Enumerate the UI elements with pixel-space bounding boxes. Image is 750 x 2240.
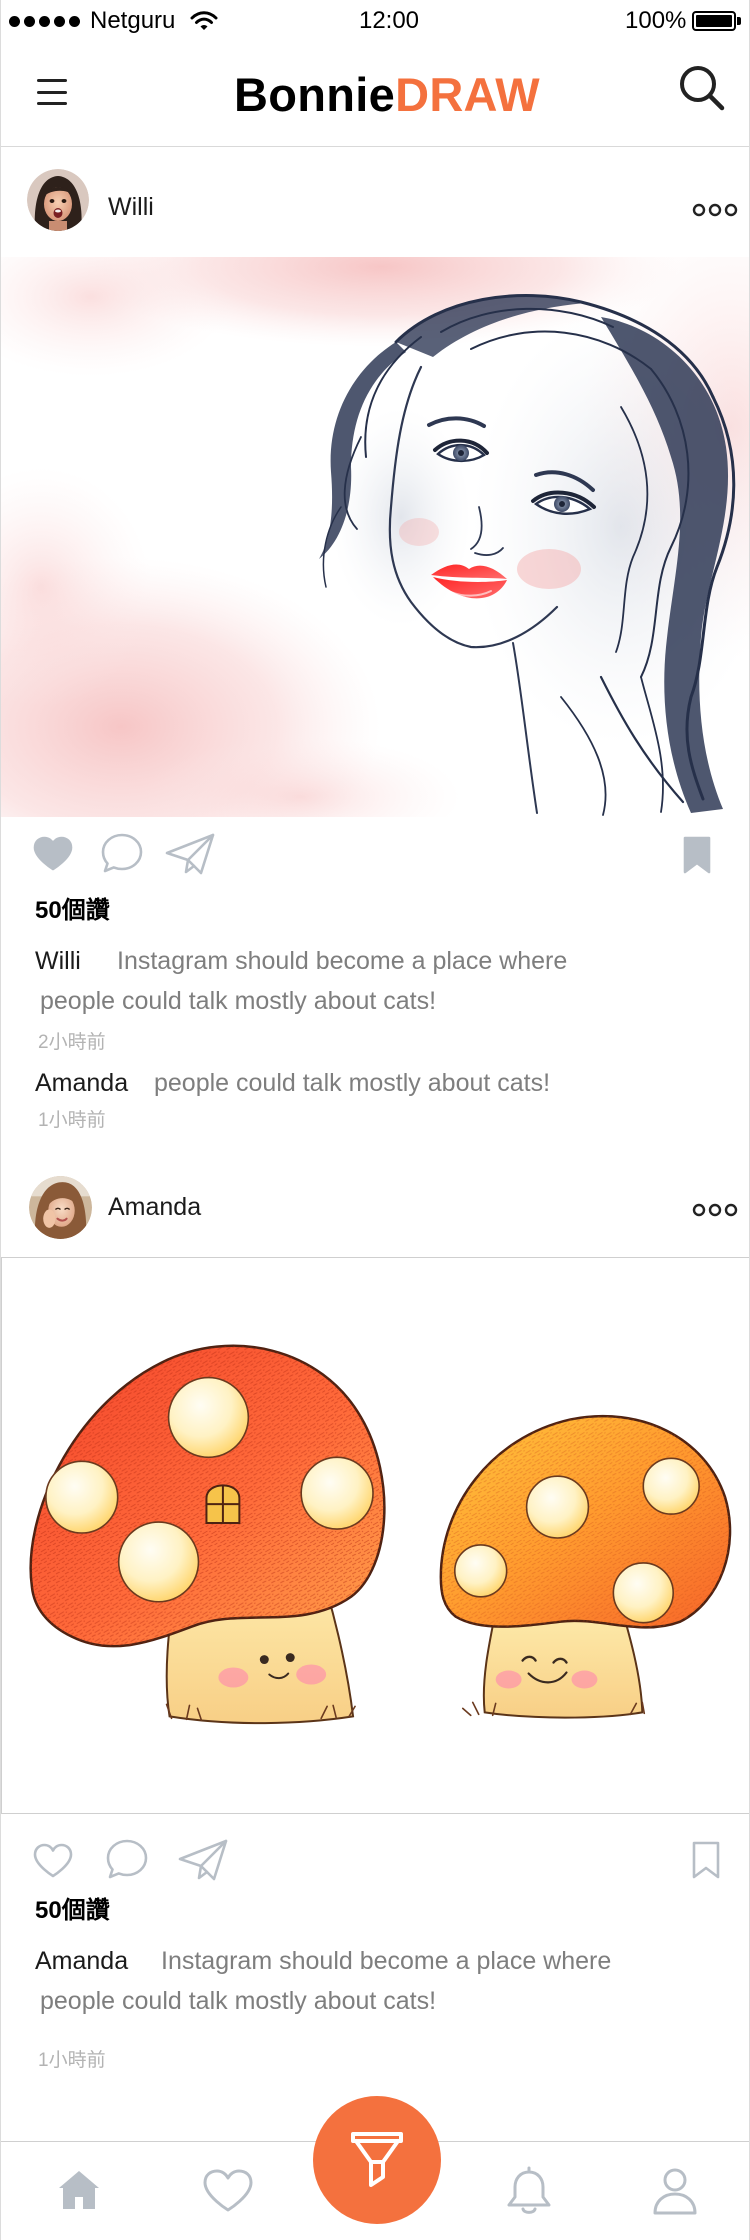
- bookmark-icon[interactable]: [682, 835, 712, 875]
- comment-username[interactable]: Amanda: [35, 1068, 128, 1098]
- draw-button[interactable]: [313, 2096, 441, 2224]
- battery-percent: 100%: [625, 7, 687, 34]
- comment-text-line: people could talk mostly about cats!: [154, 1069, 551, 1097]
- more-dots-icon[interactable]: [690, 202, 740, 218]
- user-avatar[interactable]: [27, 169, 89, 231]
- logo-part-bonnie: Bonnie: [234, 68, 396, 121]
- comment-bubble-icon[interactable]: [100, 832, 144, 874]
- comment-timestamp: 1小時前: [38, 2050, 106, 2071]
- profile-icon[interactable]: [651, 2166, 699, 2216]
- like-heart-icon[interactable]: [32, 1843, 74, 1879]
- like-heart-icon[interactable]: [32, 836, 74, 872]
- comment-timestamp: 1小時前: [38, 1110, 106, 1131]
- logo-part-draw: DRAW: [395, 68, 540, 121]
- bell-icon[interactable]: [503, 2166, 555, 2216]
- post-image[interactable]: [1, 1257, 749, 1814]
- comment-bubble-icon[interactable]: [105, 1838, 149, 1880]
- comment-text-line: Instagram should become a place where: [117, 947, 568, 975]
- status-bar: Netguru 12:00 100%: [1, 0, 749, 40]
- share-plane-icon[interactable]: [177, 1838, 229, 1882]
- home-icon[interactable]: [57, 2168, 101, 2212]
- heart-icon[interactable]: [201, 2168, 255, 2214]
- likes-count: 50個讚: [35, 897, 110, 924]
- status-time: 12:00: [358, 7, 420, 34]
- comment-text-line: people could talk mostly about cats!: [40, 987, 437, 1015]
- post-image[interactable]: [1, 257, 749, 817]
- comment-username[interactable]: Willi: [35, 946, 81, 976]
- user-avatar[interactable]: [29, 1176, 92, 1239]
- comment-username[interactable]: Amanda: [35, 1946, 128, 1976]
- post-username[interactable]: Amanda: [108, 1192, 201, 1222]
- comment-timestamp: 2小時前: [38, 1032, 106, 1053]
- menu-icon[interactable]: [31, 72, 75, 114]
- battery-icon: [692, 11, 736, 31]
- comment-text-line: Instagram should become a place where: [161, 1947, 612, 1975]
- more-dots-icon[interactable]: [690, 1202, 740, 1218]
- draw-icon: [351, 2132, 403, 2187]
- share-plane-icon[interactable]: [164, 832, 216, 876]
- carrier-name: Netguru: [90, 7, 176, 34]
- app-logo: BonnieDRAW: [234, 70, 540, 120]
- mushroom-illustration: [2, 1258, 749, 1813]
- battery-nib: [737, 17, 741, 25]
- wifi-icon: [190, 11, 218, 30]
- app-screen: Netguru 12:00 100% BonnieDRAW Willi 50個讚…: [0, 0, 750, 2240]
- likes-count: 50個讚: [35, 1897, 110, 1924]
- bookmark-icon[interactable]: [691, 1840, 721, 1880]
- search-icon[interactable]: [675, 62, 727, 114]
- post-username[interactable]: Willi: [108, 192, 154, 222]
- comment-text-line: people could talk mostly about cats!: [40, 1987, 437, 2015]
- portrait-illustration: [1, 257, 749, 817]
